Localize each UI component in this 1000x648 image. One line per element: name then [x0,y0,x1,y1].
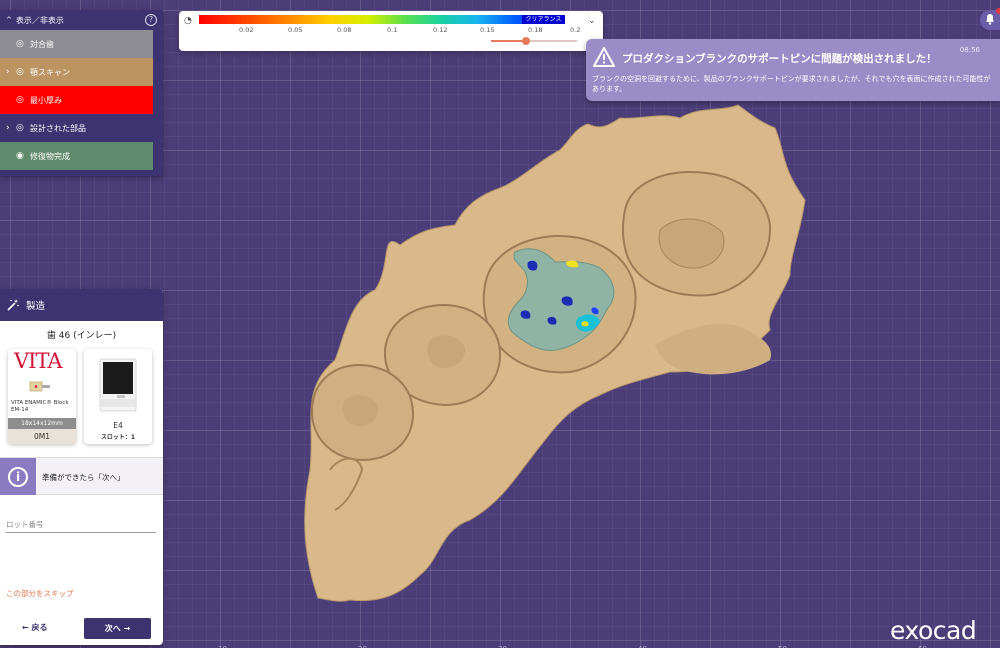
eye-off-icon[interactable]: ◎ [16,39,30,49]
visibility-header[interactable]: ^ 表示／非表示 ? [0,10,163,30]
eye-off-icon[interactable]: ◎ [16,95,30,105]
visibility-item-opposing[interactable]: ◎ 対合歯 [0,30,153,58]
visibility-item-label: 顎スキャン [30,67,70,77]
eye-icon[interactable]: ◉ [16,151,30,161]
block-shade: 0M1 [8,429,76,444]
block-card[interactable]: VITA VITA ENAMIC® Block EM-14 18x14x12mm… [8,349,76,444]
notification-badge [996,8,1000,14]
lot-number-input[interactable]: ロット番号 [6,519,156,533]
scale-tick: 0.08 [337,26,352,34]
clearance-color-scale: ◔ クリアランス ⌄ 0.02 0.05 0.08 0.1 0.12 0.15 … [179,11,603,51]
warning-notification[interactable]: プロダクションブランクのサポートピンに問題が検出されました！ 08:56 ブラン… [586,39,1000,101]
visibility-item-restoration[interactable]: ◉ 修復物完成 [0,142,153,170]
collapse-icon[interactable]: ^ [6,16,12,24]
bell-icon [986,14,994,25]
scale-tick: 0.1 [387,26,398,34]
block-image [29,381,50,392]
visibility-item-min-thickness[interactable]: ◎ 最小厚み [0,86,153,114]
tooth-title: 歯 46 (インレー) [46,331,117,341]
notification-body: ブランクの空洞を回避するために、製品のブランクサポートピンが要求されましたが、そ… [592,75,991,93]
eye-off-icon[interactable]: ◎ [16,67,30,77]
machine-card[interactable]: E4 スロット：1 [84,349,152,444]
clearance-label: クリアランス [522,15,565,24]
machine-name: E4 [113,421,123,430]
visibility-item-label: 対合歯 [30,39,54,49]
clearance-slider-fill [491,40,526,42]
info-icon: i [8,467,28,487]
visibility-item-jaw-scan[interactable]: › ◎ 顎スキャン [0,58,153,86]
visibility-title: 表示／非表示 [15,15,64,25]
scale-tick: 0.18 [528,26,543,34]
skip-part-link[interactable]: この部分をスキップ [6,588,74,599]
clearance-slider-handle[interactable] [522,37,530,45]
scale-tick: 0.15 [480,26,495,34]
milling-machine-image [99,358,137,412]
jaw-scan-model [304,104,806,602]
exocad-logo: exocad [890,616,977,645]
magic-wand-icon [7,299,19,311]
block-name: VITA ENAMIC® Block EM-14 [11,400,69,413]
eye-off-icon[interactable]: ◎ [16,123,30,133]
chevron-down-icon[interactable]: ⌄ [588,16,596,26]
machine-slot: スロット：1 [100,434,136,441]
gauge-icon: ◔ [184,16,192,26]
scale-tick: 0.05 [288,26,303,34]
color-gradient [199,15,565,24]
scale-tick: 0.02 [239,26,254,34]
notifications-button[interactable] [980,8,1000,30]
arrow-right-icon: → [123,624,131,633]
manufacturing-panel: 製造 歯 46 (インレー) VITA VITA ENAMIC® Block E… [0,289,163,645]
block-size: 18x14x12mm [8,418,76,429]
next-button[interactable]: 次へ → [84,618,151,639]
visibility-item-label: 最小厚み [30,95,62,105]
manufacturing-header: 製造 [0,289,163,321]
back-button[interactable]: ← 戻る [22,622,48,633]
chevron-right-icon[interactable]: › [6,67,16,77]
info-text: 準備ができたら「次へ」 [42,473,125,482]
warning-triangle-icon [593,47,615,67]
back-button-label: 戻る [31,623,48,632]
next-button-label: 次へ [104,624,121,633]
scale-tick: 0.2 [570,26,581,34]
visibility-item-label: 修復物完成 [30,151,70,161]
scale-tick: 0.12 [433,26,448,34]
manufacturing-title: 製造 [26,301,46,312]
visibility-item-designed-parts[interactable]: › ◎ 設計された部品 [0,114,153,142]
vita-logo: VITA [14,349,62,373]
help-circle-icon[interactable]: ? [145,14,157,26]
notification-title: プロダクションブランクのサポートピンに問題が検出されました！ [622,53,937,65]
chevron-right-icon[interactable]: › [6,123,16,133]
info-message: i 準備ができたら「次へ」 [0,457,163,495]
notification-time: 08:56 [959,46,980,54]
visibility-panel: ^ 表示／非表示 ? ◎ 対合歯 › ◎ 顎スキャン ◎ 最小厚み › ◎ 設計… [0,10,163,176]
arrow-left-icon: ← [22,623,29,632]
visibility-item-label: 設計された部品 [30,123,86,133]
